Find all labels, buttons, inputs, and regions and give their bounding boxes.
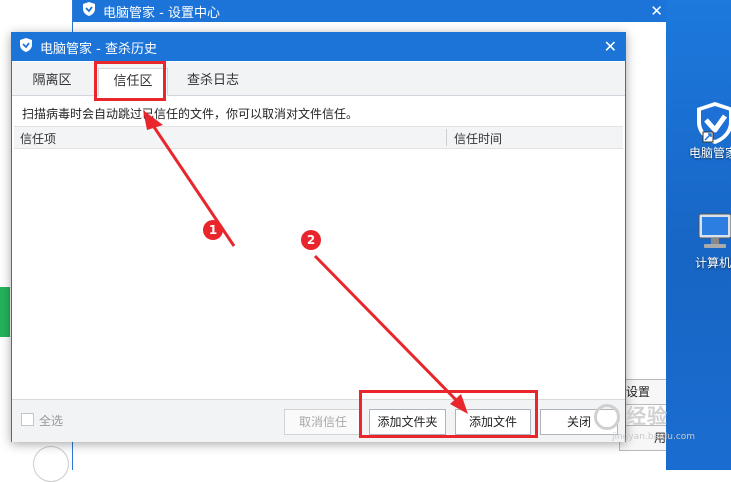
watermark-text: 经验 xyxy=(626,404,668,428)
arrow-head-icon xyxy=(143,110,163,130)
annotation-badge-2: 2 xyxy=(301,230,321,250)
annotation-badge-1: 1 xyxy=(203,220,223,240)
annotation-arrow-2 xyxy=(313,254,462,406)
annotation-arrows xyxy=(143,110,468,414)
baidu-paw-icon xyxy=(594,404,620,430)
watermark-url: jingyan.baidu.com xyxy=(612,432,696,442)
